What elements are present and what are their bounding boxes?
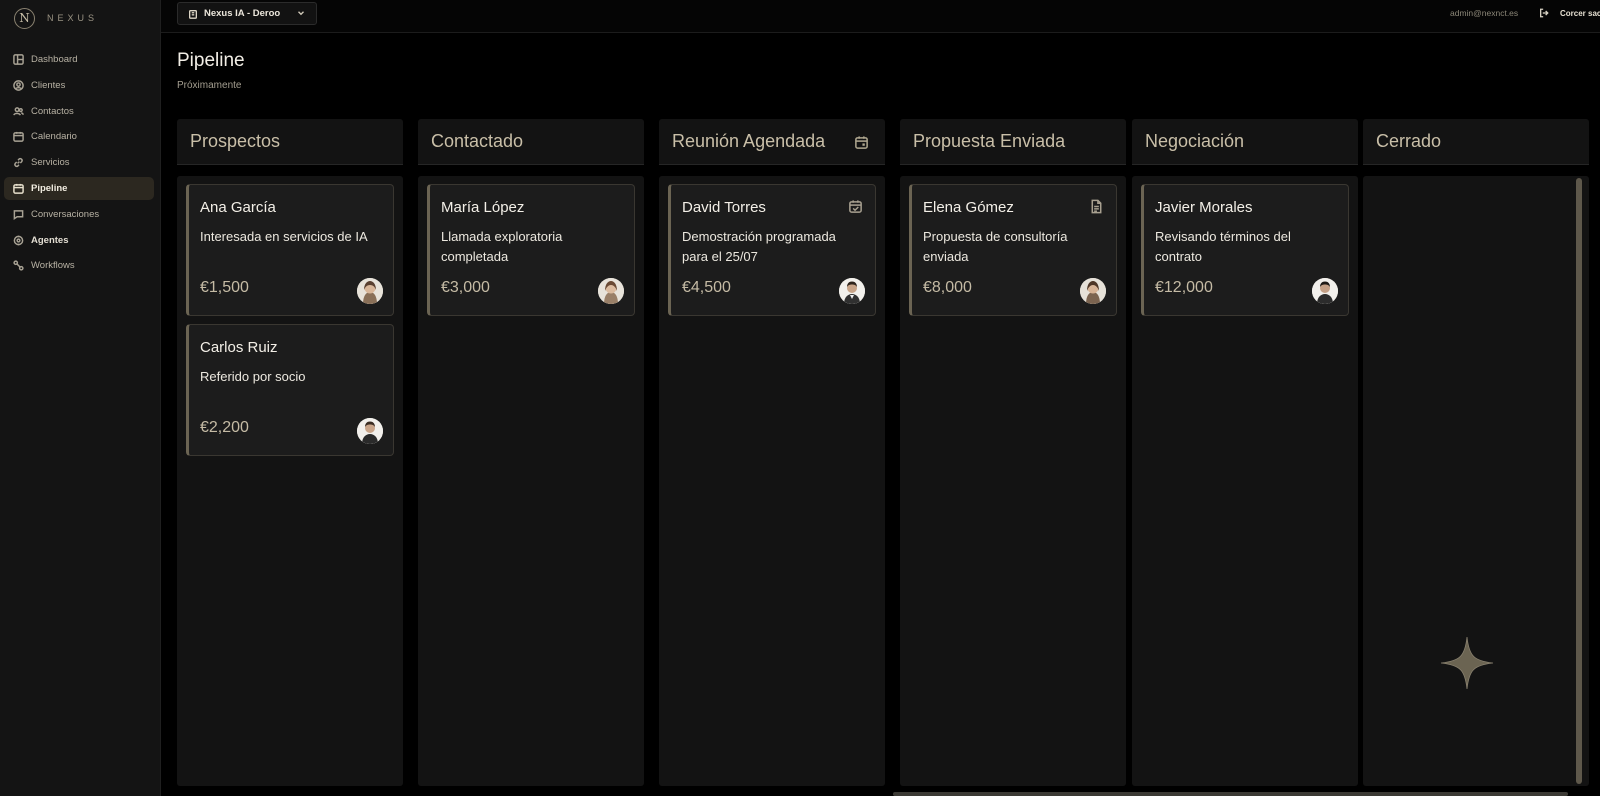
workspace-select[interactable]: Nexus IA - Deroo [177,2,317,25]
sidebar-item-label: Workflows [31,260,75,272]
sidebar-item-conversaciones[interactable]: Conversaciones [4,203,154,226]
card-description: Propuesta de consultoría enviada [923,229,1068,264]
contacts-icon [13,106,24,117]
horizontal-scrollbar[interactable] [893,792,1568,796]
sidebar-item-label: Pipeline [31,182,68,194]
card-description: Llamada exploratoria completada [441,229,563,264]
card-description: Demostración programada para el 25/07 [682,229,836,264]
column-header-cerrado: Cerrado [1363,119,1589,165]
sidebar-item-clientes[interactable]: Clientes [4,74,154,97]
document-icon [1089,199,1104,214]
card-value: €3,000 [441,279,490,296]
sidebar-item-pipeline[interactable]: Pipeline [4,176,154,200]
dashboard-icon [13,54,24,65]
logout-label: Corcer sacio [1560,8,1600,18]
column-header-negociacion: Negociación [1132,119,1358,165]
sparkle-icon [1440,636,1494,690]
deal-card[interactable]: Ana García Interesada en servicios de IA… [186,184,394,316]
agents-icon [13,235,24,246]
column-header-contactado: Contactado [418,119,644,165]
chevron-down-icon [296,8,306,18]
avatar [1312,278,1338,304]
column-title: Prospectos [190,131,281,151]
sidebar-item-label: Agentes [31,234,69,246]
avatar [357,418,383,444]
card-value: €4,500 [682,279,731,296]
sidebar-item-label: Contactos [31,105,74,117]
sidebar-item-label: Calendario [31,131,77,143]
card-value: €12,000 [1155,279,1213,296]
vertical-scrollbar[interactable] [1576,178,1582,784]
avatar [357,278,383,304]
card-value: €2,200 [200,419,249,436]
column-title: Cerrado [1376,131,1442,151]
card-name: David Torres [682,199,766,216]
sidebar: N NEXUS Dashboard Clientes Contactos Cal… [0,0,161,796]
sidebar-item-label: Clientes [31,79,66,91]
sidebar-item-workflows[interactable]: Workflows [4,254,154,277]
card-description: Referido por socio [200,369,306,384]
column-header-reunion-agendada: Reunión Agendada [659,119,885,165]
building-icon [188,9,198,19]
card-name: Carlos Ruiz [200,339,278,356]
deal-card[interactable]: David Torres Demostración programada par… [668,184,876,316]
logout-icon [1539,8,1549,18]
sidebar-item-servicios[interactable]: Servicios [4,151,154,174]
column-cerrado [1363,176,1589,786]
link-icon [13,157,24,168]
card-name: Elena Gómez [923,199,1014,216]
calendar-icon [854,134,869,149]
column-title: Negociación [1145,131,1245,151]
sidebar-item-dashboard[interactable]: Dashboard [4,48,154,71]
nexus-logo: N [14,7,35,29]
logout-button[interactable]: Corcer sacio [1539,8,1600,18]
column-reunion-agendada: David Torres Demostración programada par… [659,176,885,786]
workspace-name: Nexus IA - Deroo [204,8,281,19]
sidebar-item-agentes[interactable]: Agentes [4,229,154,252]
column-propuesta-enviada: Elena Gómez Propuesta de consultoría env… [900,176,1126,786]
column-header-prospectos: Prospectos [177,119,403,165]
sidebar-item-label: Conversaciones [31,208,100,220]
column-prospectos: Ana García Interesada en servicios de IA… [177,176,403,786]
column-header-propuesta-enviada: Propuesta Enviada [900,119,1126,165]
page-title: Pipeline [177,50,245,71]
avatar [598,278,624,304]
column-contactado: María López Llamada exploratoria complet… [418,176,644,786]
deal-card[interactable]: María López Llamada exploratoria complet… [427,184,635,316]
clients-icon [13,79,24,91]
column-title: Reunión Agendada [672,131,826,151]
column-negociacion: Javier Morales Revisando términos del co… [1132,176,1358,786]
card-name: María López [441,199,525,216]
chat-icon [13,209,24,220]
sidebar-item-label: Dashboard [31,54,78,65]
column-title: Propuesta Enviada [913,131,1066,151]
avatar [839,278,865,304]
calendar-check-icon [848,199,863,214]
brand[interactable]: N NEXUS [14,7,98,29]
card-description: Revisando términos del contrato [1155,229,1291,264]
user-email: admin@nexnct.es [1450,8,1519,18]
deal-card[interactable]: Elena Gómez Propuesta de consultoría env… [909,184,1117,316]
card-name: Javier Morales [1155,199,1253,216]
avatar [1080,278,1106,304]
card-description: Interesada en servicios de IA [200,229,368,244]
brand-name: NEXUS [47,13,99,23]
sidebar-item-calendario[interactable]: Calendario [4,125,154,148]
topbar: Nexus IA - Deroo admin@nexnct.es Corcer … [161,0,1600,33]
column-title: Contactado [431,131,524,151]
pipeline-icon [13,183,24,194]
card-value: €8,000 [923,279,972,296]
sidebar-nav: Dashboard Clientes Contactos Calendario … [4,48,154,280]
sidebar-item-label: Servicios [31,157,70,169]
calendar-icon [13,131,24,143]
deal-card[interactable]: Javier Morales Revisando términos del co… [1141,184,1349,316]
card-value: €1,500 [200,279,249,296]
sidebar-item-contactos[interactable]: Contactos [4,100,154,123]
page-subtitle: Próximamente [177,80,242,91]
card-name: Ana García [200,199,276,216]
workflow-icon [13,260,24,272]
deal-card[interactable]: Carlos Ruiz Referido por socio €2,200 [186,324,394,456]
